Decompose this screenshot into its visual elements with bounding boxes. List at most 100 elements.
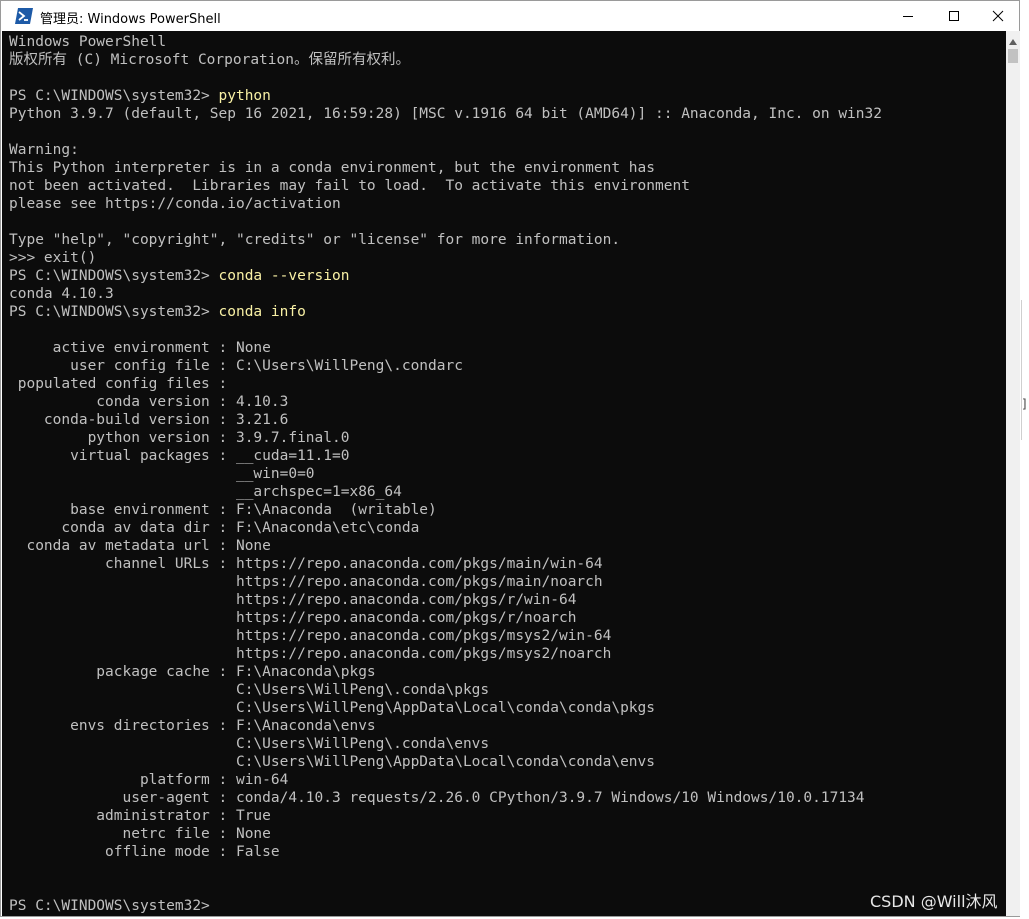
console-line: PS C:\WINDOWS\system32> conda --version (9, 267, 882, 285)
console-line: https://repo.anaconda.com/pkgs/main/noar… (9, 573, 882, 591)
console-line: Warning: (9, 141, 882, 159)
minimize-icon (902, 7, 914, 26)
console-line: conda av metadata url : None (9, 537, 882, 555)
console-lines: Windows PowerShell 版权所有 (C) Microsoft Cor… (9, 33, 882, 915)
output-text: 版权所有 (C) Microsoft Corporation。保留所有权利。 (9, 52, 410, 68)
scroll-up-button[interactable] (1006, 31, 1020, 48)
output-text: Python 3.9.7 (default, Sep 16 2021, 16:5… (9, 106, 882, 122)
prompt-text: PS C:\WINDOWS\system32> (9, 304, 219, 320)
vertical-scrollbar[interactable] (1006, 31, 1020, 916)
console-line: Windows PowerShell (9, 33, 882, 51)
chevron-up-icon (1009, 30, 1017, 49)
close-button[interactable] (975, 1, 1021, 31)
output-text: Windows PowerShell (9, 34, 167, 50)
output-text: conda version : 4.10.3 (9, 394, 289, 410)
maximize-icon (948, 7, 960, 26)
command-text: python (218, 88, 271, 104)
console-line: virtual packages : __cuda=11.1=0 (9, 447, 882, 465)
console-line: This Python interpreter is in a conda en… (9, 159, 882, 177)
console-line: base environment : F:\Anaconda (writable… (9, 501, 882, 519)
console-line: conda 4.10.3 (9, 285, 882, 303)
output-text: This Python interpreter is in a conda en… (9, 160, 656, 176)
command-text: conda info (218, 304, 306, 320)
powershell-window: 管理员: Windows PowerShell Windows PowerShe… (0, 0, 1020, 917)
output-text: envs directories : F:\Anaconda\envs (9, 718, 376, 734)
close-icon (992, 7, 1004, 26)
maximize-button[interactable] (931, 1, 977, 31)
console-line: user-agent : conda/4.10.3 requests/2.26.… (9, 789, 882, 807)
console-line: package cache : F:\Anaconda\pkgs (9, 663, 882, 681)
console-output[interactable]: Windows PowerShell 版权所有 (C) Microsoft Cor… (2, 31, 1006, 916)
console-line: C:\Users\WillPeng\AppData\Local\conda\co… (9, 699, 882, 717)
console-line: conda-build version : 3.21.6 (9, 411, 882, 429)
output-text: conda 4.10.3 (9, 286, 114, 302)
console-line: Python 3.9.7 (default, Sep 16 2021, 16:5… (9, 105, 882, 123)
console-line: populated config files : (9, 375, 882, 393)
prompt-text: PS C:\WINDOWS\system32> (9, 88, 219, 104)
output-text: >>> exit() (9, 250, 97, 266)
console-line: not been activated. Libraries may fail t… (9, 177, 882, 195)
console-line: Type "help", "copyright", "credits" or "… (9, 231, 882, 249)
console-line: offline mode : False (9, 843, 882, 861)
console-line: envs directories : F:\Anaconda\envs (9, 717, 882, 735)
output-text: C:\Users\WillPeng\AppData\Local\conda\co… (9, 700, 656, 716)
output-text: https://repo.anaconda.com/pkgs/msys2/win… (9, 628, 612, 644)
console-line: https://repo.anaconda.com/pkgs/r/noarch (9, 609, 882, 627)
console-line: https://repo.anaconda.com/pkgs/msys2/noa… (9, 645, 882, 663)
minimize-button[interactable] (885, 1, 931, 31)
output-text: conda-build version : 3.21.6 (9, 412, 289, 428)
prompt-text: PS C:\WINDOWS\system32> (9, 898, 219, 914)
output-text: __archspec=1=x86_64 (9, 484, 402, 500)
console-line: __win=0=0 (9, 465, 882, 483)
console-line: __archspec=1=x86_64 (9, 483, 882, 501)
console-line: channel URLs : https://repo.anaconda.com… (9, 555, 882, 573)
background-window-fragment: ] (1021, 397, 1029, 411)
console-line: active environment : None (9, 339, 882, 357)
output-text: netrc file : None (9, 826, 271, 842)
console-line: https://repo.anaconda.com/pkgs/r/win-64 (9, 591, 882, 609)
output-text: administrator : True (9, 808, 271, 824)
output-text: C:\Users\WillPeng\.conda\pkgs (9, 682, 490, 698)
title-bar[interactable]: 管理员: Windows PowerShell (1, 1, 1019, 31)
scroll-thumb[interactable] (1008, 49, 1018, 63)
output-text: C:\Users\WillPeng\AppData\Local\conda\co… (9, 754, 656, 770)
console-line: conda av data dir : F:\Anaconda\etc\cond… (9, 519, 882, 537)
output-text: base environment : F:\Anaconda (writable… (9, 502, 437, 518)
output-text: https://repo.anaconda.com/pkgs/main/noar… (9, 574, 603, 590)
console-line: netrc file : None (9, 825, 882, 843)
console-line: 版权所有 (C) Microsoft Corporation。保留所有权利。 (9, 51, 882, 69)
output-text: package cache : F:\Anaconda\pkgs (9, 664, 376, 680)
console-line: administrator : True (9, 807, 882, 825)
window-title: 管理员: Windows PowerShell (40, 12, 221, 27)
console-line: conda version : 4.10.3 (9, 393, 882, 411)
output-text: populated config files : (9, 376, 236, 392)
output-text: python version : 3.9.7.final.0 (9, 430, 350, 446)
output-text: C:\Users\WillPeng\.conda\envs (9, 736, 490, 752)
output-text: conda av metadata url : None (9, 538, 271, 554)
console-line: >>> exit() (9, 249, 882, 267)
console-line: python version : 3.9.7.final.0 (9, 429, 882, 447)
output-text: virtual packages : __cuda=11.1=0 (9, 448, 350, 464)
console-line: C:\Users\WillPeng\.conda\pkgs (9, 681, 882, 699)
watermark-text: CSDN @Will沐风 (870, 892, 998, 911)
output-text: not been activated. Libraries may fail t… (9, 178, 690, 194)
output-text: platform : win-64 (9, 772, 289, 788)
background-window-edge (1021, 300, 1029, 440)
output-text: offline mode : False (9, 844, 280, 860)
output-text: Warning: (9, 142, 79, 158)
output-text: user config file : C:\Users\WillPeng\.co… (9, 358, 463, 374)
console-line: PS C:\WINDOWS\system32> (9, 897, 882, 915)
output-text: active environment : None (9, 340, 271, 356)
output-text: please see https://conda.io/activation (9, 196, 341, 212)
output-text: https://repo.anaconda.com/pkgs/r/noarch (9, 610, 577, 626)
console-line: user config file : C:\Users\WillPeng\.co… (9, 357, 882, 375)
powershell-icon (14, 7, 34, 25)
output-text: channel URLs : https://repo.anaconda.com… (9, 556, 603, 572)
console-line: platform : win-64 (9, 771, 882, 789)
command-text: conda --version (218, 268, 350, 284)
